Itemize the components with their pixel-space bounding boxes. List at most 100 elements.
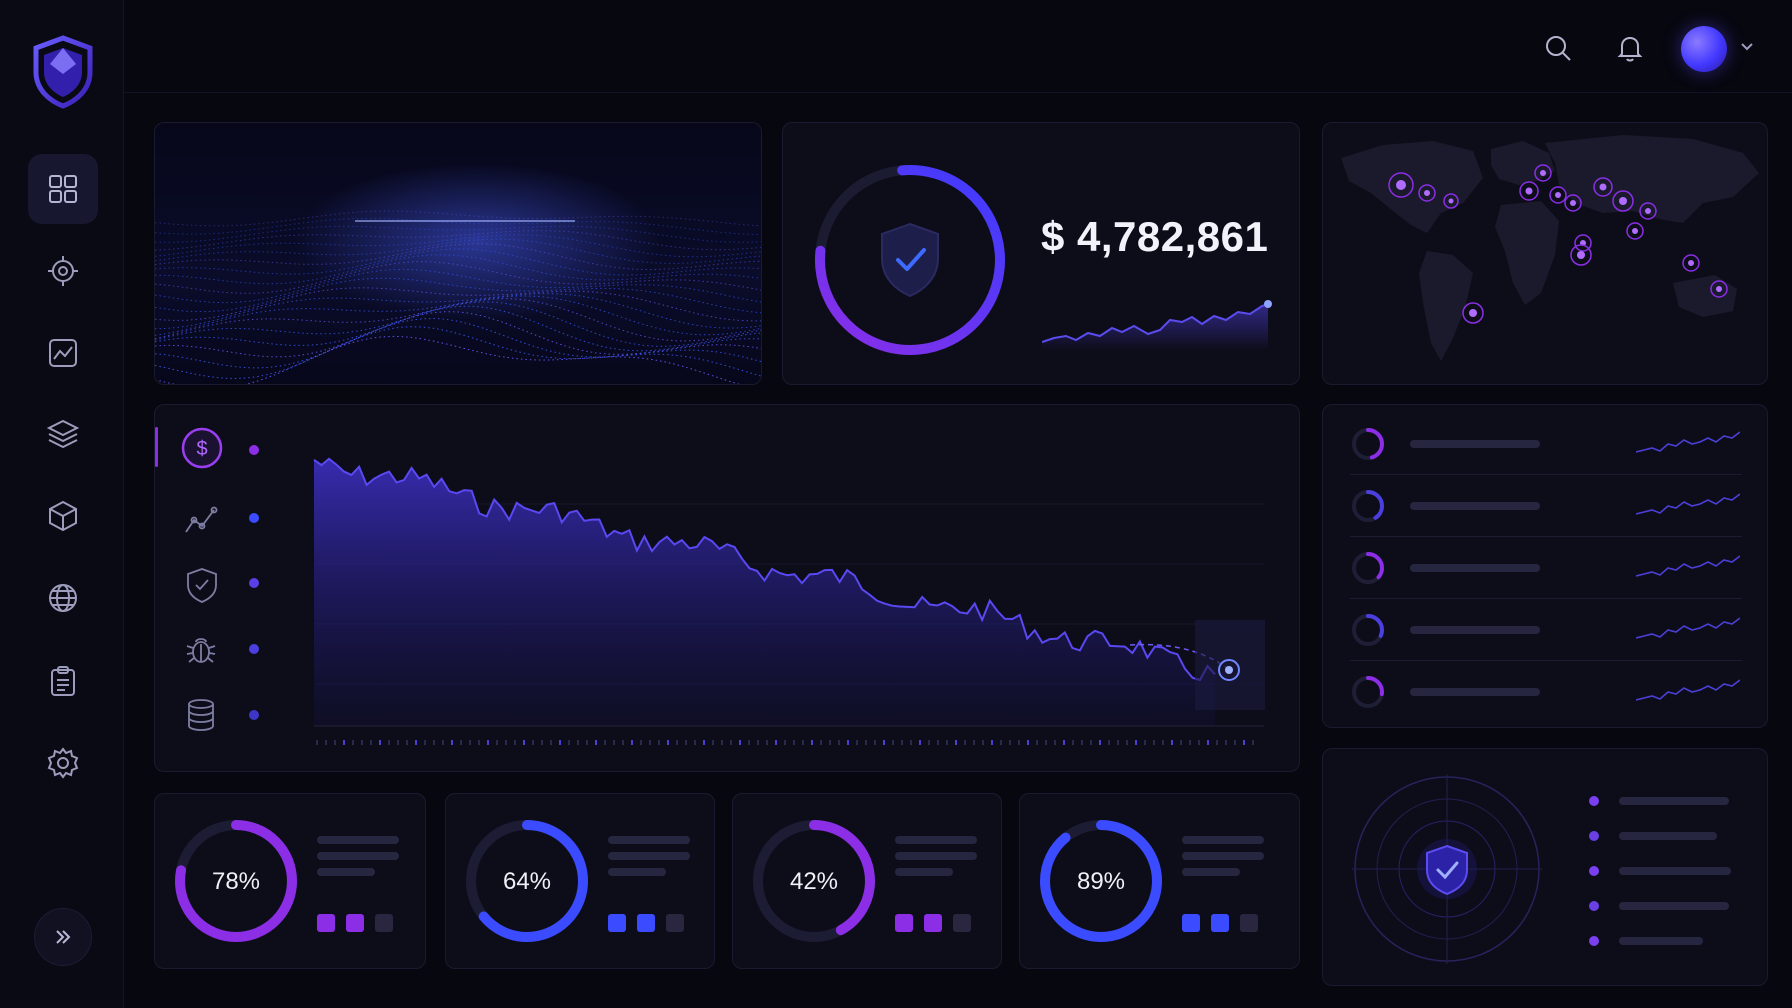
x-axis-tick xyxy=(1225,740,1227,745)
search-button[interactable] xyxy=(1540,30,1576,66)
nav-layers[interactable] xyxy=(28,399,98,469)
x-axis-tick xyxy=(757,740,759,745)
x-axis-tick xyxy=(397,740,399,745)
x-axis-tick xyxy=(1081,740,1083,745)
list-item[interactable] xyxy=(1350,672,1742,712)
x-axis-tick xyxy=(730,740,732,745)
x-axis-tick xyxy=(784,740,786,745)
search-icon xyxy=(1546,36,1571,61)
nav-dashboard[interactable] xyxy=(28,154,98,224)
x-axis-tick xyxy=(1180,740,1182,745)
expand-sidebar-button[interactable] xyxy=(34,908,92,966)
nav-global[interactable] xyxy=(28,563,98,633)
target-icon xyxy=(48,256,78,286)
status-square xyxy=(1240,914,1258,932)
notifications-button[interactable] xyxy=(1612,30,1648,66)
legend-dot xyxy=(1589,796,1599,806)
progress-ring xyxy=(1352,552,1384,584)
placeholder-bar xyxy=(895,868,953,876)
bell-icon xyxy=(1617,36,1643,62)
x-axis-tick xyxy=(982,740,984,745)
list-item[interactable] xyxy=(1350,548,1742,588)
placeholder-bar xyxy=(608,852,690,860)
category-database[interactable] xyxy=(185,697,217,733)
x-axis-tick xyxy=(613,740,615,745)
area-fill xyxy=(314,458,1215,726)
x-axis-tick xyxy=(775,740,777,745)
x-axis-tick xyxy=(793,740,795,745)
legend-dot xyxy=(1589,901,1599,911)
x-axis-tick xyxy=(865,740,867,745)
x-axis-tick xyxy=(811,740,813,745)
placeholder-bar xyxy=(1182,852,1264,860)
placeholder-bar xyxy=(317,868,375,876)
legend-dot xyxy=(1589,866,1599,876)
map-location-dot xyxy=(1599,183,1607,191)
category-dot xyxy=(249,644,259,654)
status-square xyxy=(317,914,335,932)
x-axis-tick xyxy=(1018,740,1020,745)
x-axis-tick xyxy=(352,740,354,745)
shield-check-icon xyxy=(187,568,217,603)
x-axis-tick xyxy=(1216,740,1218,745)
placeholder-bar xyxy=(1619,937,1703,945)
nav-reports[interactable] xyxy=(28,646,98,716)
map-location-dot xyxy=(1469,309,1477,317)
nav-modules[interactable] xyxy=(28,481,98,551)
category-trend[interactable] xyxy=(182,502,222,538)
x-axis-tick xyxy=(802,740,804,745)
x-axis-tick xyxy=(649,740,651,745)
list-item[interactable] xyxy=(1350,610,1742,650)
placeholder-bar xyxy=(895,836,977,844)
x-axis-tick xyxy=(415,740,417,745)
status-square xyxy=(924,914,942,932)
placeholder-bar xyxy=(1182,836,1264,844)
row-divider xyxy=(1350,598,1742,599)
map-location-dot xyxy=(1645,208,1651,214)
hero-wave-panel xyxy=(154,122,762,385)
x-axis-tick xyxy=(919,740,921,745)
nav-target[interactable] xyxy=(28,236,98,306)
placeholder-bar xyxy=(608,868,666,876)
x-axis-tick xyxy=(739,740,741,745)
x-axis-tick xyxy=(379,740,381,745)
x-axis-tick xyxy=(1099,740,1101,745)
world-map-panel xyxy=(1322,122,1768,385)
particle-wave-graphic xyxy=(155,123,761,384)
map-location-dot xyxy=(1716,286,1722,292)
x-axis-tick xyxy=(442,740,444,745)
status-square xyxy=(637,914,655,932)
row-divider xyxy=(1350,660,1742,661)
list-item[interactable] xyxy=(1350,424,1742,464)
category-threats[interactable] xyxy=(183,632,219,668)
database-icon xyxy=(188,699,214,731)
shield-logo-icon[interactable] xyxy=(30,34,96,110)
x-axis-tick xyxy=(640,740,642,745)
gauge-value: 89% xyxy=(1076,868,1126,895)
chevron-down-icon[interactable] xyxy=(1738,38,1756,56)
nav-analytics[interactable] xyxy=(28,318,98,388)
legend-dot xyxy=(1589,936,1599,946)
progress-ring xyxy=(1352,614,1384,646)
x-axis-tick xyxy=(343,740,345,745)
map-location-dot xyxy=(1632,228,1638,234)
placeholder-bar xyxy=(1619,867,1731,875)
placeholder-bar xyxy=(1410,688,1540,696)
status-square xyxy=(666,914,684,932)
avatar[interactable] xyxy=(1681,26,1727,72)
list-item[interactable] xyxy=(1350,486,1742,526)
x-axis-tick xyxy=(766,740,768,745)
x-axis-tick xyxy=(1009,740,1011,745)
x-axis-tick xyxy=(1117,740,1119,745)
x-axis-tick xyxy=(604,740,606,745)
placeholder-bar xyxy=(1182,868,1240,876)
balance-ring xyxy=(815,165,1005,355)
map-location-dot xyxy=(1424,190,1430,196)
nav-settings[interactable] xyxy=(28,728,98,798)
category-dollar[interactable]: $ xyxy=(178,424,226,472)
x-axis-tick xyxy=(703,740,705,745)
x-axis-tick xyxy=(901,740,903,745)
status-square xyxy=(346,914,364,932)
category-security[interactable] xyxy=(184,566,220,604)
x-axis-tick xyxy=(460,740,462,745)
